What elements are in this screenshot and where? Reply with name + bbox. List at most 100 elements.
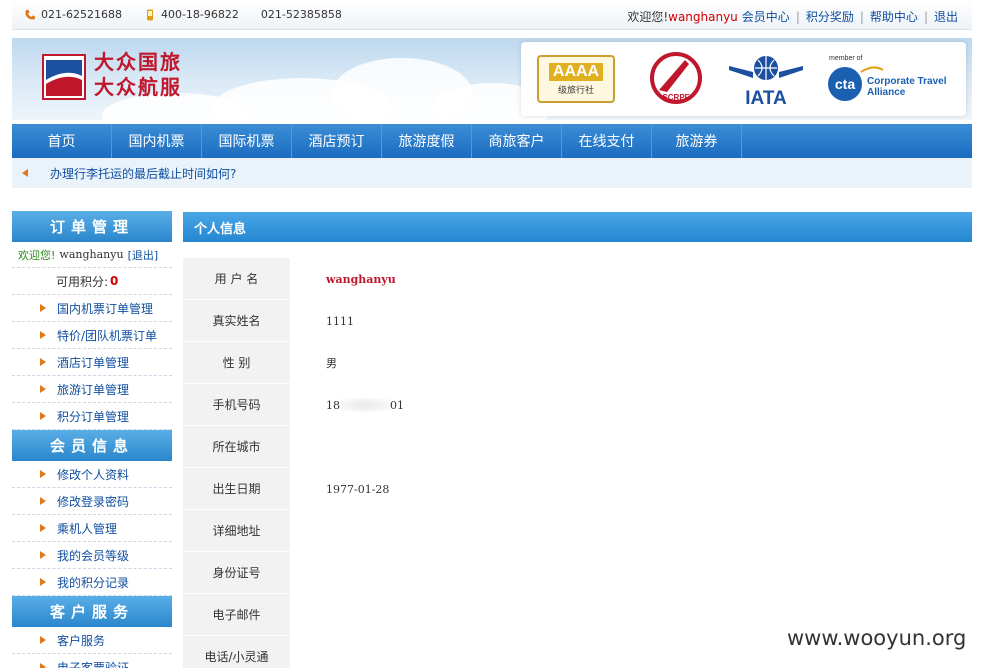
phone-number-3: 021-52385858 bbox=[260, 8, 342, 21]
field-label: 用 户 名 bbox=[183, 258, 290, 300]
sidebar-item-label: 特价/团队机票订单 bbox=[57, 328, 158, 343]
top-bar: 021-62521688 400-18-96822 021-52385858 欢… bbox=[12, 0, 972, 30]
sidebar-welcome: 欢迎您! wanghanyu [退出] bbox=[12, 242, 172, 268]
page-title: 个人信息 bbox=[183, 212, 972, 242]
scrpf-badge: SCRPF bbox=[641, 50, 711, 108]
nav-home[interactable]: 首页 bbox=[12, 124, 112, 158]
phone-number-2: 400-18-96822 bbox=[160, 8, 239, 21]
sidebar-item-passenger-management[interactable]: 乘机人管理 bbox=[12, 515, 172, 542]
nav-business-customers[interactable]: 商旅客户 bbox=[472, 124, 562, 158]
sidebar-heading-service: 客户服务 bbox=[12, 596, 172, 627]
sidebar-item-eticket-verify[interactable]: 电子客票验证 bbox=[12, 654, 172, 668]
sidebar-item-change-password[interactable]: 修改登录密码 bbox=[12, 488, 172, 515]
logo-line-2: 大众航服 bbox=[94, 75, 182, 99]
sidebar-item-group-flight-orders[interactable]: 特价/团队机票订单 bbox=[12, 322, 172, 349]
nav-international-flights[interactable]: 国际机票 bbox=[202, 124, 292, 158]
arrow-right-icon bbox=[40, 524, 46, 532]
nav-hotel-booking[interactable]: 酒店预订 bbox=[292, 124, 382, 158]
sidebar-heading-member: 会员信息 bbox=[12, 430, 172, 461]
company-logo-icon[interactable] bbox=[42, 54, 86, 100]
nav-online-payment[interactable]: 在线支付 bbox=[562, 124, 652, 158]
sidebar-welcome-text: 欢迎您! bbox=[18, 248, 56, 262]
arrow-right-icon bbox=[40, 636, 46, 644]
nav-travel-vacation[interactable]: 旅游度假 bbox=[382, 124, 472, 158]
top-username[interactable]: wanghanyu bbox=[668, 10, 738, 24]
sidebar-item-label: 酒店订单管理 bbox=[57, 355, 130, 370]
arrow-right-icon bbox=[40, 385, 46, 393]
contact-phone-3: 021-52385858 bbox=[261, 8, 342, 21]
arrow-right-icon bbox=[40, 551, 46, 559]
iata-logo-icon: IATA bbox=[729, 56, 803, 108]
arrow-right-icon bbox=[40, 663, 46, 668]
phone-number-1: 021-62521688 bbox=[41, 8, 122, 21]
field-label: 电子邮件 bbox=[183, 594, 290, 636]
logout-link[interactable]: 退出 bbox=[934, 8, 958, 25]
sidebar-item-member-level[interactable]: 我的会员等级 bbox=[12, 542, 172, 569]
scrpf-logo-icon: SCRPF bbox=[650, 52, 702, 104]
arrow-right-icon bbox=[40, 331, 46, 339]
notice-bar: 办理行李托运的最后截止时间如何? bbox=[12, 158, 972, 188]
field-label: 手机号码 bbox=[183, 384, 290, 426]
sidebar-item-label: 修改个人资料 bbox=[57, 467, 130, 482]
mobile-phone-icon bbox=[146, 9, 153, 20]
sidebar-item-label: 我的会员等级 bbox=[57, 548, 130, 563]
banner: 大众国旅 大众航服 AAAA 级旅行社 SCRPF IATA member of… bbox=[12, 38, 972, 120]
arrow-right-icon bbox=[40, 358, 46, 366]
nav-domestic-flights[interactable]: 国内机票 bbox=[112, 124, 202, 158]
divider: | bbox=[795, 9, 800, 24]
cta-member-label: member of bbox=[829, 55, 863, 62]
welcome-text: 欢迎您! bbox=[627, 10, 669, 24]
phone-icon bbox=[25, 9, 35, 19]
arrow-right-icon bbox=[40, 497, 46, 505]
nav-travel-vouchers[interactable]: 旅游券 bbox=[652, 124, 742, 158]
field-label: 真实姓名 bbox=[183, 300, 290, 342]
address-value bbox=[290, 510, 326, 552]
email-value bbox=[290, 594, 326, 636]
sidebar-item-points-orders[interactable]: 积分订单管理 bbox=[12, 403, 172, 430]
cta-short-label: cta bbox=[835, 76, 855, 92]
iata-badge: IATA bbox=[721, 50, 811, 108]
sidebar-points: 可用积分: 0 bbox=[12, 268, 172, 295]
sidebar-item-label: 旅游订单管理 bbox=[57, 382, 130, 397]
sidebar-item-label: 我的积分记录 bbox=[57, 575, 130, 590]
gender-value: 男 bbox=[326, 357, 337, 370]
contact-phone-1: 021-62521688 bbox=[24, 8, 122, 21]
watermark: www.wooyun.org bbox=[787, 626, 967, 650]
scrpf-label: SCRPF bbox=[662, 93, 689, 102]
mobile-prefix: 18 bbox=[326, 398, 340, 412]
help-center-link[interactable]: 帮助中心 bbox=[870, 8, 918, 25]
top-links: 欢迎您! wanghanyu 会员中心 | 积分奖励 | 帮助中心 | 退出 bbox=[627, 8, 958, 25]
redaction-blur bbox=[340, 398, 390, 412]
notice-text[interactable]: 办理行李托运的最后截止时间如何? bbox=[50, 165, 236, 182]
table-row: 性 别 男 bbox=[183, 342, 972, 384]
arrow-right-icon bbox=[40, 578, 46, 586]
aaaa-label: AAAA bbox=[548, 62, 604, 81]
arrow-left-icon[interactable] bbox=[22, 169, 28, 177]
field-label: 详细地址 bbox=[183, 510, 290, 552]
sidebar-item-label: 客户服务 bbox=[57, 633, 106, 648]
mobile-suffix: 01 bbox=[390, 398, 404, 412]
sidebar-item-domestic-flight-orders[interactable]: 国内机票订单管理 bbox=[12, 295, 172, 322]
points-reward-link[interactable]: 积分奖励 bbox=[806, 8, 854, 25]
logo-line-1: 大众国旅 bbox=[94, 50, 182, 74]
member-center-link[interactable]: 会员中心 bbox=[742, 8, 790, 25]
info-table: 用 户 名 wanghanyu 真实姓名 1111 性 别 男 手机号码 18 … bbox=[183, 258, 972, 668]
sidebar-logout-link[interactable]: [退出] bbox=[128, 247, 159, 263]
sidebar-item-hotel-orders[interactable]: 酒店订单管理 bbox=[12, 349, 172, 376]
cta-badge: member of cta Corporate Travel Alliance bbox=[821, 50, 961, 108]
sidebar-item-label: 国内机票订单管理 bbox=[57, 301, 154, 316]
table-row: 身份证号 bbox=[183, 552, 972, 594]
city-value bbox=[290, 426, 326, 468]
sidebar-item-edit-profile[interactable]: 修改个人资料 bbox=[12, 461, 172, 488]
sidebar-item-label: 乘机人管理 bbox=[57, 521, 118, 536]
table-row: 用 户 名 wanghanyu bbox=[183, 258, 972, 300]
contact-phone-2: 400-18-96822 bbox=[144, 8, 239, 21]
divider: | bbox=[923, 9, 928, 24]
table-row: 所在城市 bbox=[183, 426, 972, 468]
points-label: 可用积分: bbox=[56, 274, 109, 289]
sidebar-item-travel-orders[interactable]: 旅游订单管理 bbox=[12, 376, 172, 403]
sidebar-item-customer-service[interactable]: 客户服务 bbox=[12, 627, 172, 654]
field-label: 电话/小灵通 bbox=[183, 636, 290, 668]
arrow-right-icon bbox=[40, 412, 46, 420]
sidebar-item-points-history[interactable]: 我的积分记录 bbox=[12, 569, 172, 596]
